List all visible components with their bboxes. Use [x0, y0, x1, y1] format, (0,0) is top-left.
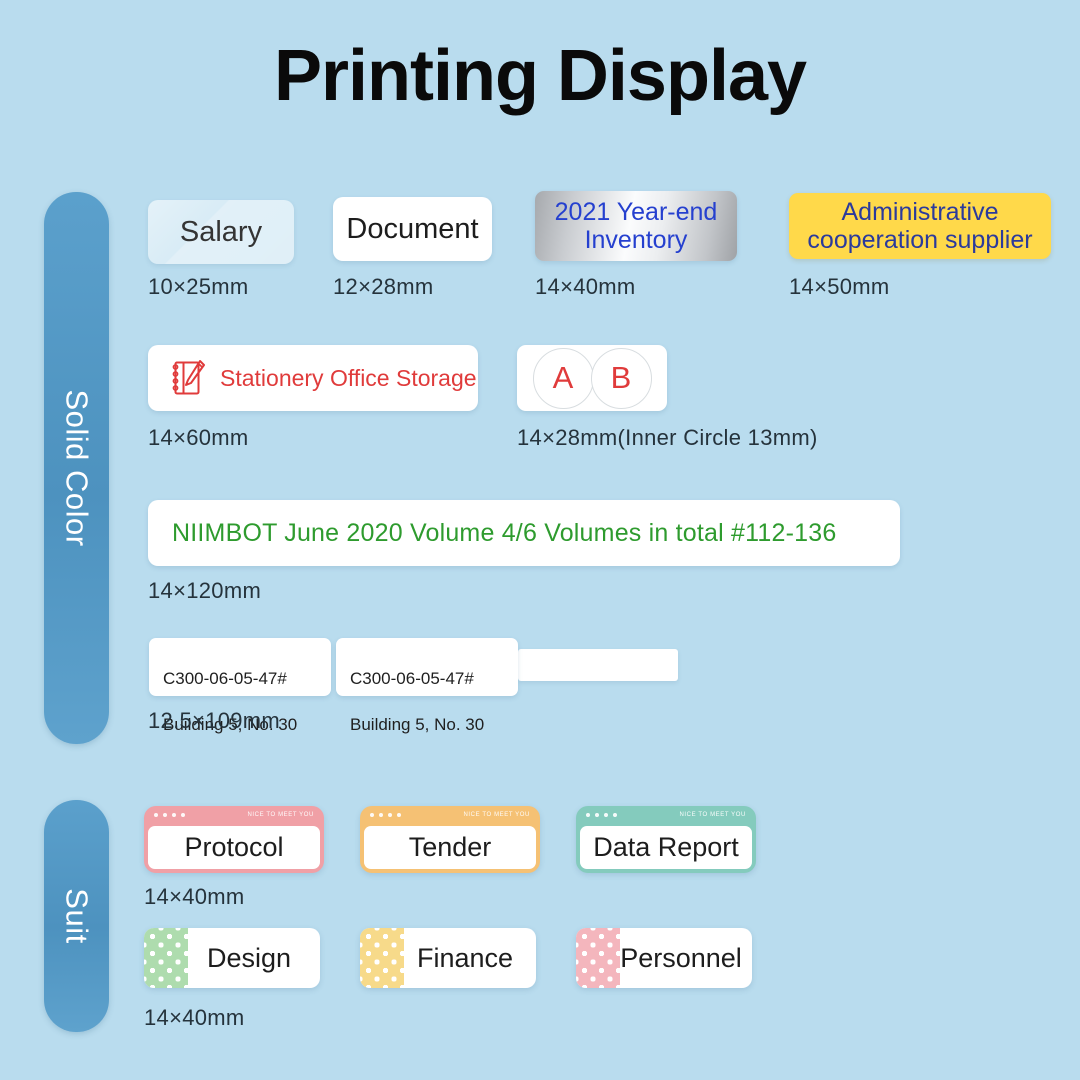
design-text: Design: [206, 942, 292, 973]
label-sample-personnel[interactable]: Personnel: [576, 928, 752, 988]
label-sample-data-report[interactable]: NICE TO MEET YOU Data Report: [576, 806, 756, 873]
data-report-text: Data Report: [580, 826, 752, 869]
section-tab-suit-label: Suit: [59, 888, 95, 944]
circle-label-b[interactable]: B: [590, 347, 652, 409]
page-title: Printing Display: [273, 36, 807, 116]
caption-document-size: 12×28mm: [333, 274, 434, 299]
label-sample-inventory-line1: 2021 Year-end: [554, 198, 718, 226]
data-report-band-text: NICE TO MEET YOU: [679, 811, 746, 818]
label-sample-administrative-line1: Administrative: [841, 198, 999, 226]
label-sample-document[interactable]: Document: [333, 197, 492, 261]
finance-dot-patch: [360, 928, 404, 988]
tender-band-text: NICE TO MEET YOU: [463, 811, 530, 818]
cable-flag-tail: [518, 649, 678, 681]
caption-suit-banner-size: 14×40mm: [144, 884, 245, 909]
circle-label-a[interactable]: A: [532, 347, 594, 409]
tender-band: NICE TO MEET YOU: [360, 806, 540, 823]
caption-inventory-size: 14×40mm: [535, 274, 636, 299]
protocol-band: NICE TO MEET YOU: [144, 806, 324, 823]
circle-label-b-text: B: [610, 360, 632, 395]
caption-administrative-size: 14×50mm: [789, 274, 890, 299]
label-sample-cable-flag-2[interactable]: C300-06-05-47# Building 5, No. 30: [336, 638, 518, 734]
label-sample-stationery-text: Stationery Office Storage: [220, 364, 477, 391]
label-sample-design[interactable]: Design: [144, 928, 320, 988]
label-sample-administrative-line2: cooperation supplier: [807, 226, 1033, 254]
caption-niimbot-size: 14×120mm: [148, 578, 262, 603]
section-tab-solid-color-label: Solid Color: [59, 389, 95, 547]
band-dots-icon: [370, 812, 401, 817]
tender-text: Tender: [364, 826, 536, 869]
label-sample-ab-circles[interactable]: A B: [517, 345, 667, 411]
label-sample-salary-text: Salary: [179, 215, 263, 248]
design-dot-patch: [144, 928, 188, 988]
label-sample-protocol[interactable]: NICE TO MEET YOU Protocol: [144, 806, 324, 873]
personnel-text: Personnel: [620, 942, 742, 973]
label-sample-cable-flag-1[interactable]: C300-06-05-47# Building 5, No. 30: [149, 638, 331, 734]
label-sample-tender[interactable]: NICE TO MEET YOU Tender: [360, 806, 540, 873]
caption-cable-flag-size: 12.5×109mm: [148, 708, 281, 733]
section-tab-suit[interactable]: Suit: [44, 800, 109, 1032]
cable-flag-1-line1: C300-06-05-47#: [163, 668, 287, 688]
personnel-dot-patch: [576, 928, 620, 988]
caption-ab-circles-size: 14×28mm(Inner Circle 13mm): [517, 425, 818, 450]
label-sample-document-text: Document: [346, 212, 479, 245]
protocol-band-text: NICE TO MEET YOU: [247, 811, 314, 818]
label-sample-finance[interactable]: Finance: [360, 928, 536, 988]
band-dots-icon: [586, 812, 617, 817]
section-tab-solid-color[interactable]: Solid Color: [44, 192, 109, 744]
label-sample-inventory[interactable]: 2021 Year-end Inventory: [535, 191, 737, 261]
cable-flag-2-line2: Building 5, No. 30: [350, 714, 485, 734]
caption-suit-dot-size: 14×40mm: [144, 1005, 245, 1030]
label-sample-administrative[interactable]: Administrative cooperation supplier: [789, 193, 1051, 259]
label-sample-niimbot[interactable]: NIIMBOT June 2020 Volume 4/6 Volumes in …: [148, 500, 900, 566]
label-sample-salary[interactable]: Salary: [148, 200, 294, 264]
protocol-text: Protocol: [148, 826, 320, 869]
caption-stationery-size: 14×60mm: [148, 425, 249, 450]
label-sample-stationery[interactable]: Stationery Office Storage: [148, 345, 478, 411]
band-dots-icon: [154, 812, 185, 817]
notebook-pencil-icon: [172, 360, 205, 395]
label-sample-inventory-line2: Inventory: [584, 226, 688, 254]
caption-salary-size: 10×25mm: [148, 274, 249, 299]
data-report-band: NICE TO MEET YOU: [576, 806, 756, 823]
cable-flag-2-line1: C300-06-05-47#: [350, 668, 474, 688]
finance-text: Finance: [416, 942, 514, 973]
label-sample-niimbot-text: NIIMBOT June 2020 Volume 4/6 Volumes in …: [172, 518, 837, 547]
circle-label-a-text: A: [552, 360, 574, 395]
